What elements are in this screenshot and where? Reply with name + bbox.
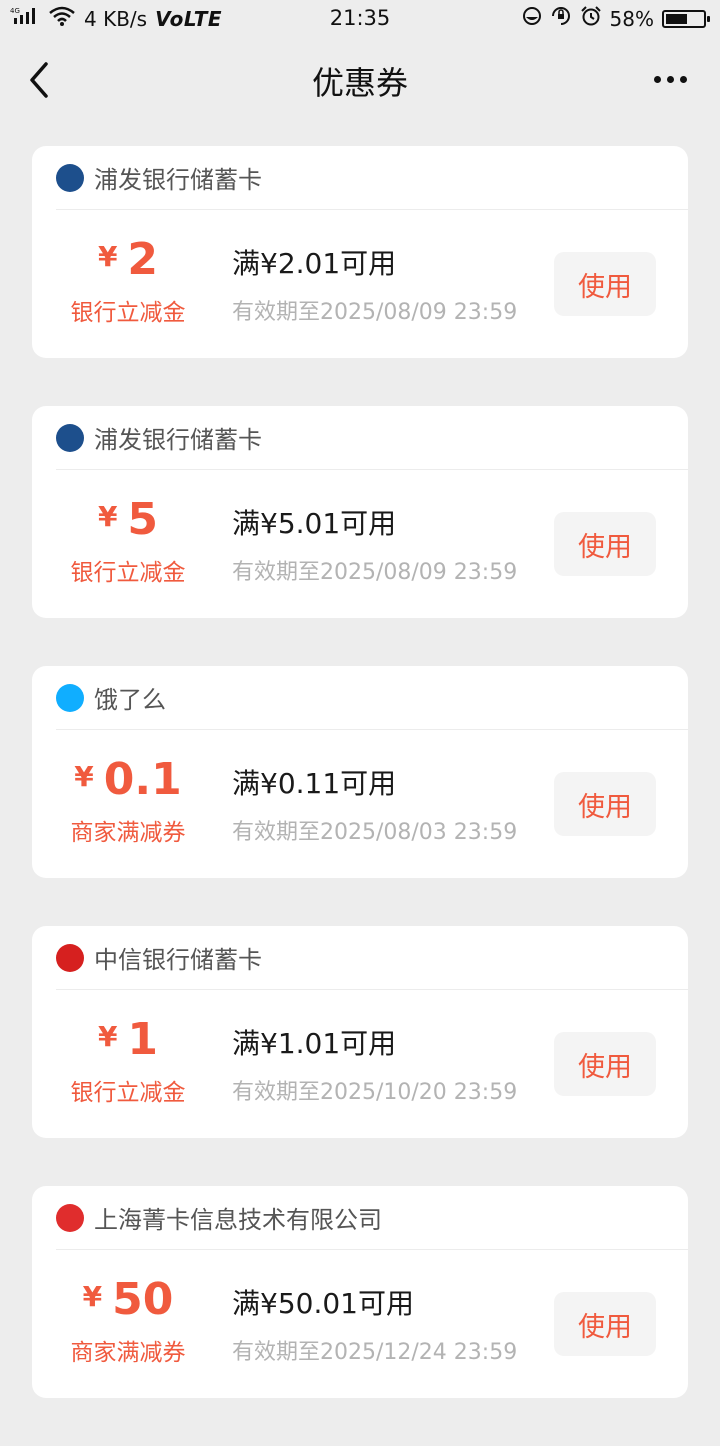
coupon-amount-block: ¥ 5 银行立减金	[60, 498, 196, 587]
coupon-condition: 满¥2.01可用	[232, 247, 397, 280]
coupon-card-header: 浦发银行储蓄卡	[56, 406, 688, 470]
coupon-amount-block: ¥ 2 银行立减金	[60, 238, 196, 327]
use-button[interactable]: 使用	[554, 772, 656, 836]
coupon-expiry: 有效期至2025/08/09 23:59	[232, 300, 518, 325]
merchant-name: 浦发银行储蓄卡	[94, 166, 262, 194]
use-button[interactable]: 使用	[554, 1292, 656, 1356]
currency-symbol: ¥	[74, 760, 94, 793]
use-button[interactable]: 使用	[554, 252, 656, 316]
spdb-logo-icon	[56, 423, 84, 452]
battery-fill	[666, 13, 687, 24]
page-title: 优惠券	[311, 64, 408, 102]
coupon-expiry: 有效期至2025/12/24 23:59	[232, 1340, 518, 1365]
alarm-icon	[580, 6, 602, 31]
coupon-type: 银行立减金	[70, 560, 186, 586]
coupon-card-header: 上海菁卡信息技术有限公司	[56, 1186, 688, 1250]
coupon-type: 商家满减券	[70, 1340, 186, 1366]
status-bar: 4G 4 KB/s VoLTE 21:35 58%	[0, 0, 720, 38]
coupon-card-header: 浦发银行储蓄卡	[56, 146, 688, 210]
coupon-condition: 满¥0.11可用	[232, 767, 397, 800]
coupon-amount-block: ¥ 50 商家满减券	[60, 1278, 196, 1367]
coupon-card: 浦发银行储蓄卡 ¥ 5 银行立减金 满¥5.01可用 有效期至2025/08/0…	[32, 406, 688, 618]
merchant-name: 饿了么	[94, 686, 166, 714]
coupon-expiry: 有效期至2025/08/09 23:59	[232, 560, 518, 585]
coupon-card-header: 饿了么	[56, 666, 688, 730]
coupon-condition: 满¥50.01可用	[232, 1287, 414, 1320]
more-dots-icon	[667, 75, 674, 83]
coupon-condition: 满¥1.01可用	[232, 1027, 397, 1060]
rotation-lock-icon	[550, 6, 572, 31]
currency-symbol: ¥	[97, 500, 118, 533]
use-button[interactable]: 使用	[554, 1032, 656, 1096]
jingka-logo-icon	[56, 1203, 84, 1232]
coupon-card: 中信银行储蓄卡 ¥ 1 银行立减金 满¥1.01可用 有效期至2025/10/2…	[32, 926, 688, 1138]
coupon-amount-block: ¥ 1 银行立减金	[60, 1018, 196, 1107]
currency-symbol: ¥	[82, 1280, 103, 1313]
merchant-name: 上海菁卡信息技术有限公司	[94, 1206, 382, 1234]
battery-percent: 58%	[609, 6, 654, 31]
coupon-type: 银行立减金	[70, 1080, 186, 1106]
more-dots-icon	[680, 75, 687, 83]
coupon-amount: 5	[127, 494, 159, 545]
nav-header: 优惠券	[0, 38, 720, 124]
more-button[interactable]	[654, 72, 690, 86]
coupon-amount-block: ¥ 0.1 商家满减券	[60, 758, 196, 847]
merchant-name: 中信银行储蓄卡	[94, 946, 262, 974]
coupon-amount: 50	[112, 1274, 174, 1325]
eleme-logo-icon	[56, 683, 84, 712]
more-dots-icon	[654, 75, 661, 83]
coupon-amount: 0.1	[103, 754, 182, 805]
coupon-amount: 2	[127, 234, 159, 285]
use-button[interactable]: 使用	[554, 512, 656, 576]
coupon-expiry: 有效期至2025/08/03 23:59	[232, 820, 518, 845]
eye-care-icon	[522, 6, 542, 31]
coupon-card: 上海菁卡信息技术有限公司 ¥ 50 商家满减券 满¥50.01可用 有效期至20…	[32, 1186, 688, 1398]
coupon-card: 浦发银行储蓄卡 ¥ 2 银行立减金 满¥2.01可用 有效期至2025/08/0…	[32, 146, 688, 358]
coupon-condition: 满¥5.01可用	[232, 507, 397, 540]
coupon-expiry: 有效期至2025/10/20 23:59	[232, 1080, 518, 1105]
citic-logo-icon	[56, 943, 84, 972]
coupon-amount: 1	[127, 1014, 159, 1065]
currency-symbol: ¥	[97, 240, 118, 273]
currency-symbol: ¥	[97, 1020, 118, 1053]
coupon-card-header: 中信银行储蓄卡	[56, 926, 688, 990]
coupon-list: 浦发银行储蓄卡 ¥ 2 银行立减金 满¥2.01可用 有效期至2025/08/0…	[32, 146, 688, 1446]
coupon-type: 商家满减券	[70, 820, 186, 846]
coupon-card: 饿了么 ¥ 0.1 商家满减券 满¥0.11可用 有效期至2025/08/03 …	[32, 666, 688, 878]
merchant-name: 浦发银行储蓄卡	[94, 426, 262, 454]
coupon-type: 银行立减金	[70, 300, 186, 326]
battery-icon	[662, 9, 710, 28]
status-right: 58%	[522, 6, 710, 31]
spdb-logo-icon	[56, 163, 84, 192]
